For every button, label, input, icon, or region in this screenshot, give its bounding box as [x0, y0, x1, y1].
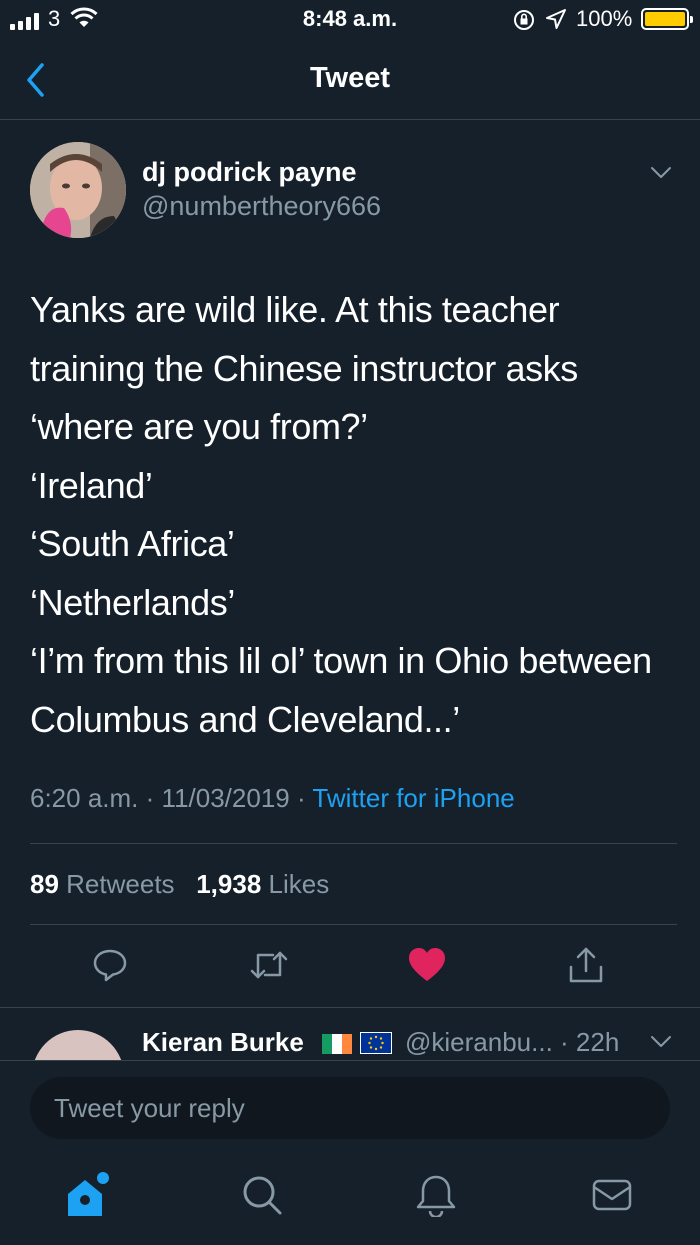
- tweet-source-link[interactable]: Twitter for iPhone: [312, 783, 514, 813]
- likes-stat[interactable]: 1,938 Likes: [196, 869, 329, 899]
- meta-separator: ·: [145, 783, 155, 813]
- tab-notifications[interactable]: [411, 1170, 461, 1220]
- tab-search[interactable]: [237, 1170, 287, 1220]
- messages-icon: [592, 1179, 632, 1211]
- tweet-stats: 89 Retweets 1,938 Likes: [30, 869, 329, 900]
- tweet-time: 6:20 a.m.: [30, 783, 139, 813]
- tweet-author-name[interactable]: dj podrick payne: [142, 157, 357, 188]
- retweets-count: 89: [30, 869, 59, 899]
- tab-bar: [0, 1160, 700, 1245]
- reply-tweet[interactable]: Kieran Burke @kieranbu... · 22h: [0, 1008, 700, 1060]
- reply-input[interactable]: [30, 1077, 670, 1139]
- battery-icon: [641, 8, 693, 30]
- chevron-down-icon: [651, 167, 671, 178]
- retweet-button[interactable]: [249, 945, 289, 985]
- reply-button[interactable]: [90, 945, 130, 985]
- page-title: Tweet: [309, 62, 391, 94]
- meta-separator: ·: [296, 783, 306, 813]
- tweet-meta: 6:20 a.m. · 11/03/2019 · Twitter for iPh…: [30, 783, 515, 814]
- status-bar: 3 8:48 a.m. 100%: [0, 0, 700, 40]
- navigation-bar: Tweet: [0, 40, 700, 120]
- retweets-label: Retweets: [66, 869, 175, 899]
- likes-count: 1,938: [196, 869, 262, 899]
- heart-icon: [409, 948, 445, 981]
- reply-icon: [93, 949, 127, 982]
- reply-avatar[interactable]: [32, 1030, 124, 1060]
- location-icon: [545, 8, 567, 30]
- share-button[interactable]: [566, 945, 606, 985]
- tweet-text: Yanks are wild like. At this teacher tra…: [30, 289, 652, 740]
- tweet-options-button[interactable]: [650, 166, 672, 180]
- tweet-author-handle[interactable]: @numbertheory666: [142, 191, 381, 222]
- tab-home[interactable]: [63, 1170, 113, 1220]
- avatar[interactable]: [30, 142, 126, 238]
- retweets-stat[interactable]: 89 Retweets: [30, 869, 175, 899]
- eu-flag-icon: [360, 1032, 392, 1054]
- tab-messages[interactable]: [587, 1170, 637, 1220]
- tweet-date: 11/03/2019: [161, 783, 290, 813]
- reply-options-button[interactable]: [650, 1035, 672, 1049]
- reply-author-name[interactable]: Kieran Burke: [142, 1027, 304, 1058]
- retweet-icon: [250, 951, 288, 979]
- reply-author-handle[interactable]: @kieranbu... · 22h: [405, 1027, 619, 1058]
- divider: [30, 843, 677, 844]
- likes-label: Likes: [268, 869, 330, 899]
- reply-handle-text: @kieranbu...: [405, 1027, 553, 1057]
- home-icon: [68, 1172, 109, 1216]
- orientation-lock-icon: [512, 8, 536, 32]
- divider: [30, 924, 677, 925]
- battery-percentage: 100%: [576, 6, 633, 31]
- chevron-down-icon: [651, 1036, 671, 1047]
- reply-composer: [0, 1060, 700, 1160]
- notifications-icon: [416, 1175, 456, 1217]
- search-icon: [243, 1176, 282, 1215]
- reply-time: · 22h: [560, 1027, 620, 1057]
- like-button[interactable]: [407, 945, 447, 985]
- share-icon: [569, 947, 603, 983]
- ireland-flag-icon: [322, 1034, 352, 1054]
